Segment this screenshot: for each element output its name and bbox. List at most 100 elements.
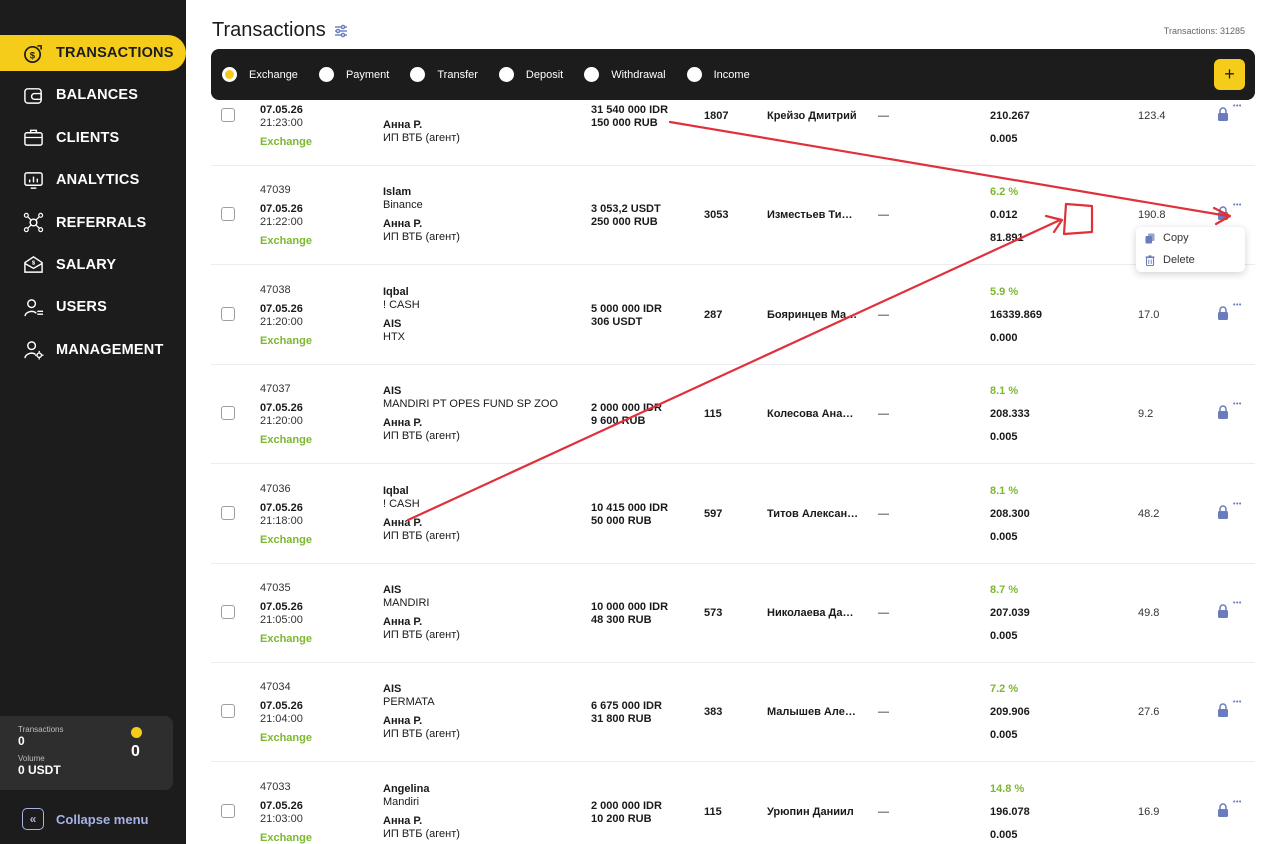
row-checkbox[interactable] bbox=[221, 704, 235, 719]
row-checkbox[interactable] bbox=[221, 108, 235, 122]
lock-icon[interactable] bbox=[1217, 803, 1229, 817]
add-transaction-button[interactable]: + bbox=[1214, 59, 1245, 90]
fee-value: 0.005 bbox=[990, 729, 1018, 742]
type-option-withdrawal[interactable]: Withdrawal bbox=[584, 67, 666, 82]
row-checkbox[interactable] bbox=[221, 406, 235, 421]
from-account-name: Islam bbox=[383, 186, 412, 199]
more-options-icon[interactable]: ••• bbox=[1233, 600, 1242, 607]
row-checkbox[interactable] bbox=[221, 505, 235, 520]
more-options-icon[interactable]: ••• bbox=[1233, 202, 1242, 209]
table-row[interactable]: 47035 07.05.26 21:05:00 Exchange AIS MANDIRI А… bbox=[211, 564, 1255, 663]
amount-to: 9 600 RUB bbox=[591, 415, 646, 428]
radio-icon[interactable] bbox=[410, 67, 426, 82]
sidebar-item-analytics[interactable]: ANALYTICS bbox=[0, 162, 186, 198]
empty-cell: — bbox=[878, 209, 889, 222]
radio-icon[interactable] bbox=[686, 67, 702, 82]
from-account-bank: Mandiri bbox=[383, 795, 420, 808]
radio-icon[interactable] bbox=[318, 67, 334, 82]
empty-cell: — bbox=[878, 706, 889, 719]
more-options-icon[interactable]: ••• bbox=[1233, 401, 1242, 408]
lock-icon[interactable] bbox=[1217, 604, 1229, 618]
more-options-icon[interactable]: ••• bbox=[1233, 103, 1242, 110]
amount-to: 150 000 RUB bbox=[591, 117, 658, 129]
lock-icon[interactable] bbox=[1217, 306, 1229, 320]
transaction-type[interactable]: Exchange bbox=[260, 434, 312, 446]
row-checkbox[interactable] bbox=[221, 605, 235, 619]
transaction-date: 07.05.26 bbox=[260, 601, 303, 613]
client-name[interactable]: Малышев Алексей bbox=[767, 706, 859, 718]
transaction-date: 07.05.26 bbox=[260, 104, 303, 116]
exchange-rate: 208.300 bbox=[990, 507, 1030, 520]
to-account-bank: ИП ВТБ (агент) bbox=[383, 132, 460, 144]
row-checkbox[interactable] bbox=[221, 803, 235, 818]
from-account-name: Iqbal bbox=[383, 484, 409, 497]
radio-icon[interactable] bbox=[584, 67, 600, 82]
type-option-transfer[interactable]: Transfer bbox=[410, 67, 478, 82]
client-name[interactable]: Урюпин Даниил bbox=[767, 806, 859, 818]
more-options-icon[interactable]: ••• bbox=[1233, 699, 1242, 706]
client-name[interactable]: Колесова Анастасия bbox=[767, 408, 859, 420]
transaction-id: 47034 bbox=[260, 681, 291, 694]
fee-value: 0.000 bbox=[990, 331, 1018, 344]
transaction-time: 21:05:00 bbox=[260, 614, 303, 626]
sidebar-item-clients[interactable]: CLIENTS bbox=[0, 120, 186, 156]
sidebar-item-referrals[interactable]: REFERRALS bbox=[0, 205, 186, 241]
context-delete-item[interactable]: Delete bbox=[1145, 254, 1195, 266]
row-checkbox[interactable] bbox=[221, 207, 235, 222]
lock-icon[interactable] bbox=[1217, 405, 1229, 420]
amount-to: 48 300 RUB bbox=[591, 614, 652, 626]
radio-icon[interactable] bbox=[498, 67, 514, 82]
type-option-deposit[interactable]: Deposit bbox=[498, 67, 563, 82]
radio-icon[interactable] bbox=[222, 67, 237, 82]
context-copy-item[interactable]: Copy bbox=[1145, 232, 1189, 244]
table-row[interactable]: 07.05.26 21:23:00 Exchange Анна Р. ИП ВТБ (а… bbox=[211, 100, 1255, 166]
transaction-type[interactable]: Exchange bbox=[260, 136, 312, 148]
type-option-income[interactable]: Income bbox=[686, 67, 750, 82]
sidebar-item-transactions[interactable]: $ TRANSACTIONS bbox=[0, 35, 186, 71]
type-option-payment[interactable]: Payment bbox=[318, 67, 389, 82]
transaction-type[interactable]: Exchange bbox=[260, 633, 312, 645]
table-row[interactable]: 47037 07.05.26 21:20:00 Exchange AIS MANDIRI … bbox=[211, 365, 1255, 465]
type-option-exchange[interactable]: Exchange bbox=[222, 67, 298, 82]
more-options-icon[interactable]: ••• bbox=[1233, 302, 1242, 309]
more-options-icon[interactable]: ••• bbox=[1233, 501, 1242, 508]
client-name[interactable]: Бояринцев Максим bbox=[767, 309, 859, 321]
profit-value: 48.2 bbox=[1138, 507, 1160, 520]
profit-value: 49.8 bbox=[1138, 607, 1160, 619]
lock-icon[interactable] bbox=[1217, 703, 1229, 718]
table-row[interactable]: 47039 07.05.26 21:22:00 Exchange Islam Binanc… bbox=[211, 166, 1255, 266]
more-options-icon[interactable]: ••• bbox=[1233, 799, 1242, 806]
svg-text:$: $ bbox=[29, 50, 35, 61]
filter-sliders-icon[interactable] bbox=[334, 24, 348, 38]
profit-value: 9.2 bbox=[1138, 408, 1154, 421]
from-account-bank: MANDIRI bbox=[383, 597, 430, 609]
lock-icon[interactable] bbox=[1217, 206, 1229, 221]
sidebar-item-salary[interactable]: $ SALARY bbox=[0, 247, 186, 283]
table-row[interactable]: 47038 07.05.26 21:20:00 Exchange Iqbal! CASH… bbox=[211, 266, 1255, 365]
lock-icon[interactable] bbox=[1217, 504, 1229, 519]
sidebar-item-balances[interactable]: BALANCES bbox=[0, 77, 186, 113]
sidebar-item-users[interactable]: USERS bbox=[0, 289, 186, 325]
sidebar-item-label: REFERRALS bbox=[56, 214, 147, 231]
table-row[interactable]: 47036 07.05.26 21:18:00 Exchange Iqbal! CASH… bbox=[211, 465, 1255, 564]
row-checkbox[interactable] bbox=[221, 306, 235, 321]
sidebar-item-label: MANAGEMENT bbox=[56, 341, 164, 358]
operation-number: 597 bbox=[704, 507, 723, 520]
sidebar-item-management[interactable]: MANAGEMENT bbox=[0, 332, 186, 368]
sidebar-item-label: USERS bbox=[56, 299, 107, 316]
transaction-type[interactable]: Exchange bbox=[260, 534, 312, 546]
table-row[interactable]: 47034 07.05.26 21:04:00 Exchange AIS PERMATA А… bbox=[211, 663, 1255, 763]
lock-icon[interactable] bbox=[1217, 107, 1229, 121]
table-row[interactable]: 47033 07.05.26 21:03:00 Exchange Angelina Man… bbox=[211, 763, 1255, 844]
client-name[interactable]: Николаева Дарья bbox=[767, 607, 859, 619]
transaction-type[interactable]: Exchange bbox=[260, 335, 312, 347]
client-name[interactable]: Изместьев Тимофей bbox=[767, 209, 859, 221]
profit-value: 17.0 bbox=[1138, 308, 1160, 321]
transaction-type[interactable]: Exchange bbox=[260, 732, 312, 744]
to-account-bank: ИП ВТБ (агент) bbox=[383, 827, 460, 840]
collapse-menu-button[interactable]: « Collapse menu bbox=[22, 808, 148, 830]
transaction-type[interactable]: Exchange bbox=[260, 235, 312, 247]
client-name[interactable]: Крейзо Дмитрий bbox=[767, 110, 859, 122]
client-name[interactable]: Титов Александр bbox=[767, 508, 859, 520]
transaction-type[interactable]: Exchange bbox=[260, 832, 312, 844]
